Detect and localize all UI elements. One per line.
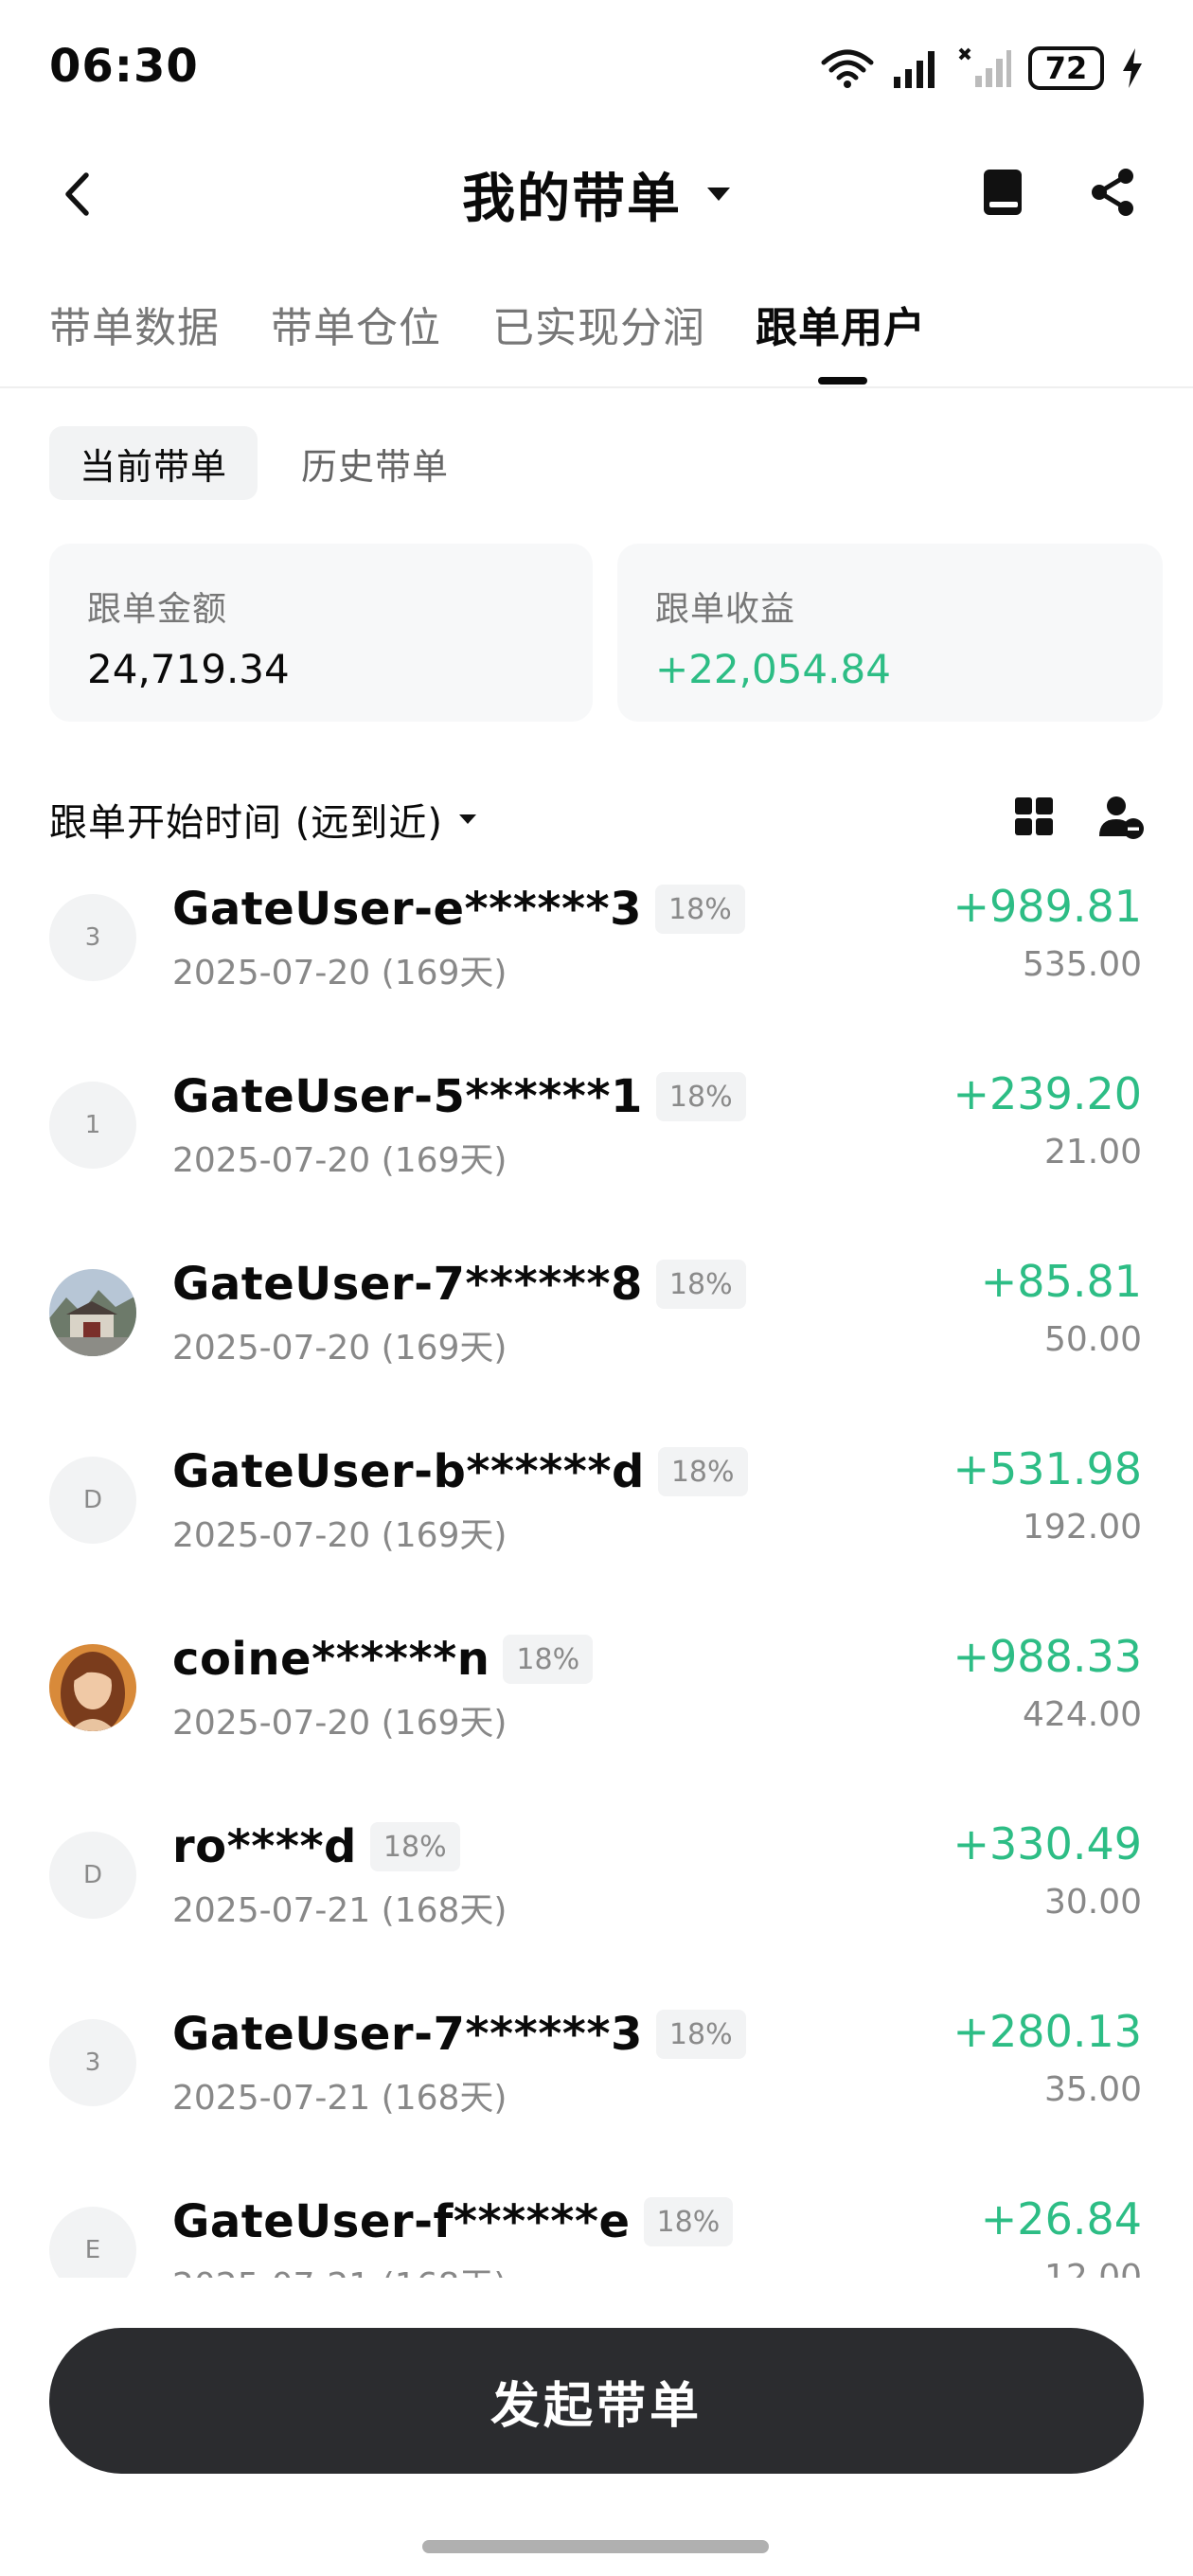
status-bar: 06:30 72 [0, 0, 1193, 142]
avatar-photo [49, 1644, 136, 1731]
follow-start-date: 2025-07-20 (169天) [172, 1704, 507, 1743]
follow-start-date: 2025-07-20 (169天) [172, 1516, 507, 1555]
signal-icon [894, 51, 935, 88]
status-time: 06:30 [49, 40, 199, 93]
follower-amount: 35.00 [1043, 2070, 1142, 2109]
share-icon [1092, 169, 1133, 216]
profit-share-badge: 18% [369, 1822, 460, 1871]
battery-indicator: 72 [1028, 46, 1104, 90]
landscape-avatar-image [49, 1269, 136, 1356]
tab-lead-data[interactable]: 带单数据 [49, 294, 220, 354]
follower-amount: 192.00 [1023, 1508, 1142, 1547]
caret-down-icon [707, 188, 730, 201]
follower-row[interactable]: GateUser-7******8 18% 2025-07-20 (169天) … [0, 1237, 1193, 1424]
profit-share-badge: 18% [643, 2197, 734, 2246]
follower-profit: +330.49 [953, 1818, 1143, 1869]
follower-list: 3 GateUser-e******3 18% 2025-07-20 (169天… [0, 862, 1193, 2278]
follower-name: GateUser-5******1 [172, 1070, 643, 1123]
grid-icon [1015, 797, 1053, 835]
follower-name: GateUser-7******3 [172, 2008, 643, 2061]
avatar: 3 [49, 2019, 136, 2106]
follower-row[interactable]: D GateUser-b******d 18% 2025-07-20 (169天… [0, 1424, 1193, 1612]
sort-bar: 跟单开始时间 (远到近) [49, 786, 1148, 847]
follow-start-date: 2025-07-21 (168天) [172, 2258, 507, 2278]
user-remove-icon [1099, 796, 1144, 839]
share-button[interactable] [1081, 161, 1144, 224]
follower-amount: 424.00 [1023, 1695, 1142, 1734]
manage-followers-button[interactable] [1095, 790, 1148, 843]
caret-down-icon [458, 814, 476, 824]
profit-share-badge: 18% [657, 1447, 748, 1496]
tab-followers[interactable]: 跟单用户 [756, 294, 926, 354]
follow-start-date: 2025-07-20 (169天) [172, 1141, 507, 1180]
follower-row[interactable]: E GateUser-f******e 18% 2025-07-21 (168天… [0, 2174, 1193, 2278]
follow-profit-value: +22,054.84 [655, 646, 891, 692]
follow-start-date: 2025-07-20 (169天) [172, 1329, 507, 1368]
follower-row[interactable]: 3 GateUser-e******3 18% 2025-07-20 (169天… [0, 862, 1193, 1049]
subtab-history-lead[interactable]: 历史带单 [280, 426, 470, 500]
follower-name: ro****d [172, 1820, 357, 1873]
guide-book-button[interactable] [971, 161, 1034, 224]
profit-share-badge: 18% [655, 885, 745, 934]
follower-amount: 50.00 [1043, 1320, 1142, 1359]
status-icons: 72 [820, 42, 1144, 95]
follower-profit: +531.98 [953, 1443, 1143, 1494]
follower-amount: 30.00 [1043, 1883, 1142, 1922]
follower-profit: +85.81 [980, 1256, 1142, 1307]
active-tab-indicator [818, 377, 867, 385]
follow-profit-card: 跟单收益 +22,054.84 [617, 544, 1163, 722]
follower-profit: +26.84 [980, 2193, 1142, 2245]
profit-share-badge: 18% [503, 1635, 594, 1684]
start-lead-button[interactable]: 发起带单 [49, 2328, 1144, 2474]
profit-share-badge: 18% [655, 1260, 746, 1309]
follower-profit: +280.13 [953, 2006, 1143, 2057]
follow-start-date: 2025-07-21 (168天) [172, 1891, 507, 1930]
avatar: E [49, 2207, 136, 2278]
follower-amount: 21.00 [1043, 1133, 1142, 1172]
avatar: 3 [49, 894, 136, 981]
book-icon [984, 170, 1022, 215]
profit-share-badge: 18% [655, 1072, 746, 1121]
avatar-photo [49, 1269, 136, 1356]
follow-amount-value: 24,719.34 [87, 646, 290, 692]
follower-name: coine******n [172, 1633, 490, 1686]
wifi-icon [821, 49, 874, 88]
follower-profit: +989.81 [953, 881, 1143, 932]
follow-start-date: 2025-07-20 (169天) [172, 954, 507, 993]
charging-bolt-icon [1123, 48, 1142, 88]
tab-lead-positions[interactable]: 带单仓位 [271, 294, 441, 354]
sort-label: 跟单开始时间 (远到近) [49, 801, 443, 845]
portrait-avatar-image [49, 1644, 136, 1731]
profit-share-badge: 18% [655, 2010, 746, 2059]
follower-name: GateUser-f******e [172, 2195, 631, 2248]
follower-amount: 12.00 [1043, 2258, 1142, 2278]
avatar: D [49, 1457, 136, 1544]
page-title: 我的带单 [462, 168, 682, 230]
follower-name: GateUser-7******8 [172, 1258, 643, 1311]
follower-row[interactable]: D ro****d 18% 2025-07-21 (168天) +330.49 … [0, 1799, 1193, 1987]
top-header: 我的带单 [0, 142, 1193, 246]
follower-row[interactable]: 3 GateUser-7******3 18% 2025-07-21 (168天… [0, 1987, 1193, 2174]
follower-row[interactable]: coine******n 18% 2025-07-20 (169天) +988.… [0, 1612, 1193, 1799]
no-signal-icon [958, 47, 1011, 87]
follower-profit: +988.33 [953, 1631, 1143, 1682]
follow-amount-label: 跟单金额 [87, 590, 228, 629]
subtab-current-lead[interactable]: 当前带单 [49, 426, 258, 500]
tab-realized-profit-share[interactable]: 已实现分润 [492, 294, 705, 354]
follower-name: GateUser-e******3 [172, 883, 643, 936]
follower-name: GateUser-b******d [172, 1445, 645, 1498]
follow-profit-label: 跟单收益 [655, 590, 796, 629]
main-tabs: 带单数据 带单仓位 已实现分润 跟单用户 [0, 284, 1193, 388]
sort-dropdown[interactable]: 跟单开始时间 (远到近) [49, 792, 477, 847]
grid-view-button[interactable] [1009, 792, 1059, 841]
follower-row[interactable]: 1 GateUser-5******1 18% 2025-07-20 (169天… [0, 1049, 1193, 1237]
follow-start-date: 2025-07-21 (168天) [172, 2079, 507, 2118]
follower-amount: 535.00 [1023, 945, 1142, 984]
follower-profit: +239.20 [953, 1068, 1143, 1119]
follow-amount-card: 跟单金额 24,719.34 [49, 544, 593, 722]
avatar: D [49, 1832, 136, 1919]
avatar: 1 [49, 1082, 136, 1169]
home-indicator [422, 2540, 769, 2553]
